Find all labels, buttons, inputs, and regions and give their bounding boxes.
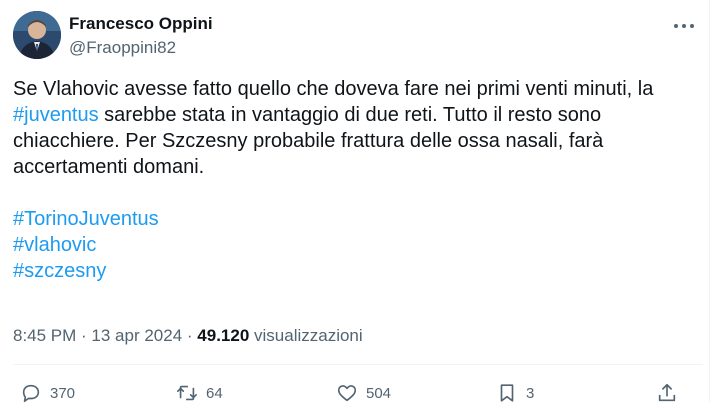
share-icon (658, 383, 676, 402)
repost-count: 64 (206, 384, 223, 402)
bookmark-count: 3 (526, 384, 535, 402)
repost-button[interactable]: 64 (176, 378, 223, 408)
tweet-meta: 8:45 PM · 13 apr 2024 · 49.120 visualizz… (13, 325, 363, 347)
more-button[interactable] (669, 15, 699, 37)
like-icon (337, 385, 357, 402)
views-count: 49.120 (197, 326, 250, 345)
right-border (709, 0, 710, 402)
share-button[interactable] (656, 378, 686, 408)
reply-button[interactable]: 370 (20, 378, 75, 408)
like-button[interactable]: 504 (336, 378, 391, 408)
action-bar: 370 64 504 3 (0, 378, 712, 408)
tweet-text-rest: sarebbe stata in vantaggio di due reti. … (13, 104, 604, 178)
meta-separator: · (76, 326, 92, 345)
avatar[interactable] (13, 11, 61, 59)
tweet-text-start: Se Vlahovic avesse fatto quello che dove… (13, 78, 654, 100)
author-names: Francesco Oppini @Fraoppini82 (69, 13, 213, 59)
reply-count: 370 (50, 384, 76, 402)
hashtag-szczesny[interactable]: #szczesny (13, 260, 106, 282)
divider (13, 364, 703, 365)
author-handle[interactable]: @Fraoppini82 (69, 37, 213, 59)
more-dots-icon (674, 24, 694, 28)
hashtag-juventus[interactable]: #juventus (13, 104, 99, 126)
tweet-text: Se Vlahovic avesse fatto quello che dove… (13, 76, 693, 284)
views-label: visualizzazioni (249, 326, 363, 345)
bookmark-button[interactable]: 3 (496, 378, 534, 408)
hashtag-torinojuventus[interactable]: #TorinoJuventus (13, 208, 159, 230)
tweet-date[interactable]: 13 apr 2024 (91, 326, 182, 345)
tweet-time[interactable]: 8:45 PM (13, 326, 76, 345)
repost-icon (177, 385, 197, 401)
bookmark-icon (500, 384, 514, 402)
author-display-name[interactable]: Francesco Oppini (69, 13, 213, 35)
meta-separator-2: · (182, 326, 198, 345)
like-count: 504 (366, 384, 392, 402)
reply-icon (22, 384, 40, 403)
tweet-paragraph: Se Vlahovic avesse fatto quello che dove… (13, 76, 693, 180)
hashtag-vlahovic[interactable]: #vlahovic (13, 234, 96, 256)
tweet-header: Francesco Oppini @Fraoppini82 (13, 11, 703, 61)
